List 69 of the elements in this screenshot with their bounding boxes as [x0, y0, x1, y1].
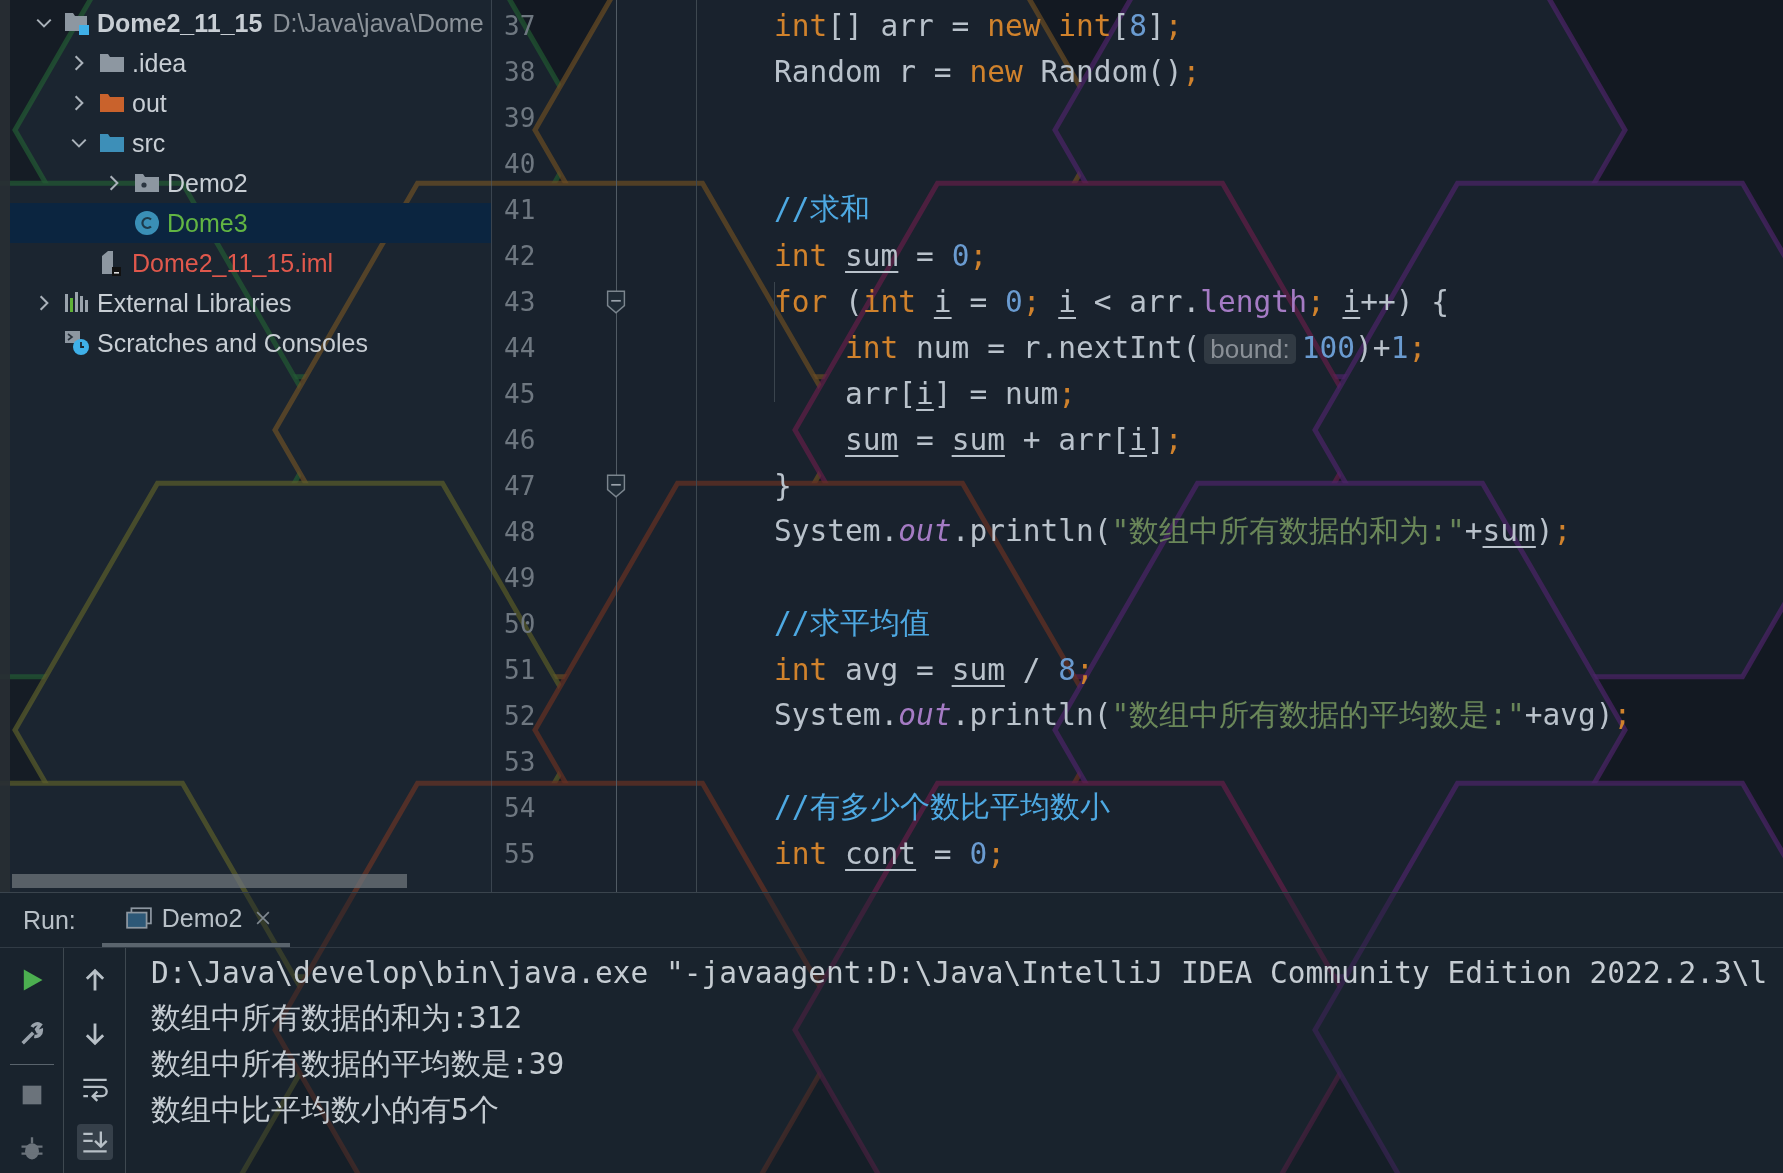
line-number: 55	[503, 839, 536, 869]
tree-item[interactable]: out	[10, 83, 491, 123]
tree-item-label: Demo2	[167, 168, 248, 198]
line-number: 54	[503, 793, 536, 823]
tree-item[interactable]: External Libraries	[10, 283, 491, 323]
code-line: Random r = new Random();	[774, 55, 1201, 89]
tree-item[interactable]: Dome3	[10, 203, 491, 243]
code-line: int cont = 0;	[774, 837, 1005, 871]
code-line: System.out.println("数组中所有数据的平均数是:"+avg);	[774, 697, 1632, 734]
console-icon	[125, 907, 152, 929]
tree-item-label: out	[132, 88, 167, 118]
code-line: //求平均值	[774, 605, 930, 642]
fold-marker-icon[interactable]	[606, 290, 626, 314]
line-number: 45	[503, 379, 536, 409]
code-line: }	[774, 469, 792, 503]
line-number: 39	[503, 103, 536, 133]
tab-label: Demo2	[161, 903, 243, 933]
line-number: 50	[503, 609, 536, 639]
line-number: 44	[503, 333, 536, 363]
code-line: for (int i = 0; i < arr.length; i++) {	[774, 285, 1449, 319]
line-number: 43	[503, 287, 536, 317]
class-icon	[134, 210, 160, 236]
tree-item-label: .idea	[132, 48, 187, 78]
tree-item[interactable]: src	[10, 123, 491, 163]
code-line: int num = r.nextInt( bound: 100)+1;	[844, 331, 1427, 365]
code-line: System.out.println("数组中所有数据的和为:"+sum);	[774, 513, 1572, 550]
line-number: 41	[503, 195, 536, 225]
line-number: 47	[503, 471, 536, 501]
code-line: arr[i] = num;	[844, 377, 1076, 411]
line-number: 52	[503, 701, 536, 731]
line-number: 40	[503, 149, 536, 179]
code-line: int avg = sum / 8;	[774, 653, 1094, 687]
tree-item-label: src	[132, 128, 166, 158]
project-path: D:\Java\java\Dome	[272, 8, 484, 38]
console-line: 数组中所有数据的和为:312	[151, 1000, 524, 1037]
line-number: 42	[503, 241, 536, 271]
console-line: 数组中比平均数小的有5个	[151, 1092, 500, 1129]
line-number: 49	[503, 563, 536, 593]
console-line: D:\Java\develop\bin\java.exe "-javaagent:D:\Java\IntelliJ IDEA Community Edition 2022.2.3\l	[151, 955, 1768, 992]
code-line: int[] arr = new int[8];	[774, 9, 1183, 43]
console-line: 数组中所有数据的平均数是:39	[151, 1046, 566, 1083]
line-number: 37	[503, 11, 536, 41]
close-icon[interactable]	[256, 911, 271, 925]
line-number: 53	[503, 747, 536, 777]
line-number: 51	[503, 655, 536, 685]
tree-item-label: External Libraries	[97, 288, 292, 318]
tree-item-label: Dome2_11_15	[97, 8, 263, 38]
line-number: 38	[503, 57, 536, 87]
tree-item-label: Dome2_11_15.iml	[132, 248, 334, 278]
tree-item[interactable]: Scratches and Consoles	[10, 323, 491, 363]
code-line: sum = sum + arr[i];	[844, 423, 1183, 457]
fold-marker-icon[interactable]	[606, 474, 626, 498]
scrollbar[interactable]	[12, 874, 407, 888]
tree-item-label: Dome3	[167, 208, 248, 238]
run-label: Run:	[23, 905, 76, 935]
run-tab[interactable]: Demo2	[101, 893, 291, 947]
code-line: //有多少个数比平均数小	[774, 789, 1110, 826]
tree-item[interactable]: Dome2_11_15.iml	[10, 243, 491, 283]
line-number: 46	[503, 425, 536, 455]
tree-item-label: Scratches and Consoles	[97, 328, 368, 358]
tree-item[interactable]: .idea	[10, 43, 491, 83]
code-line: int sum = 0;	[774, 239, 988, 273]
tree-item[interactable]: Demo2	[10, 163, 491, 203]
code-line: //求和	[774, 191, 870, 228]
line-number: 48	[503, 517, 536, 547]
tree-item[interactable]: Dome2_11_15 D:\Java\java\Dome	[10, 3, 491, 43]
scratches-icon	[64, 330, 90, 356]
scroll-to-end-icon[interactable]	[76, 1124, 113, 1160]
folder-icon	[64, 10, 90, 36]
